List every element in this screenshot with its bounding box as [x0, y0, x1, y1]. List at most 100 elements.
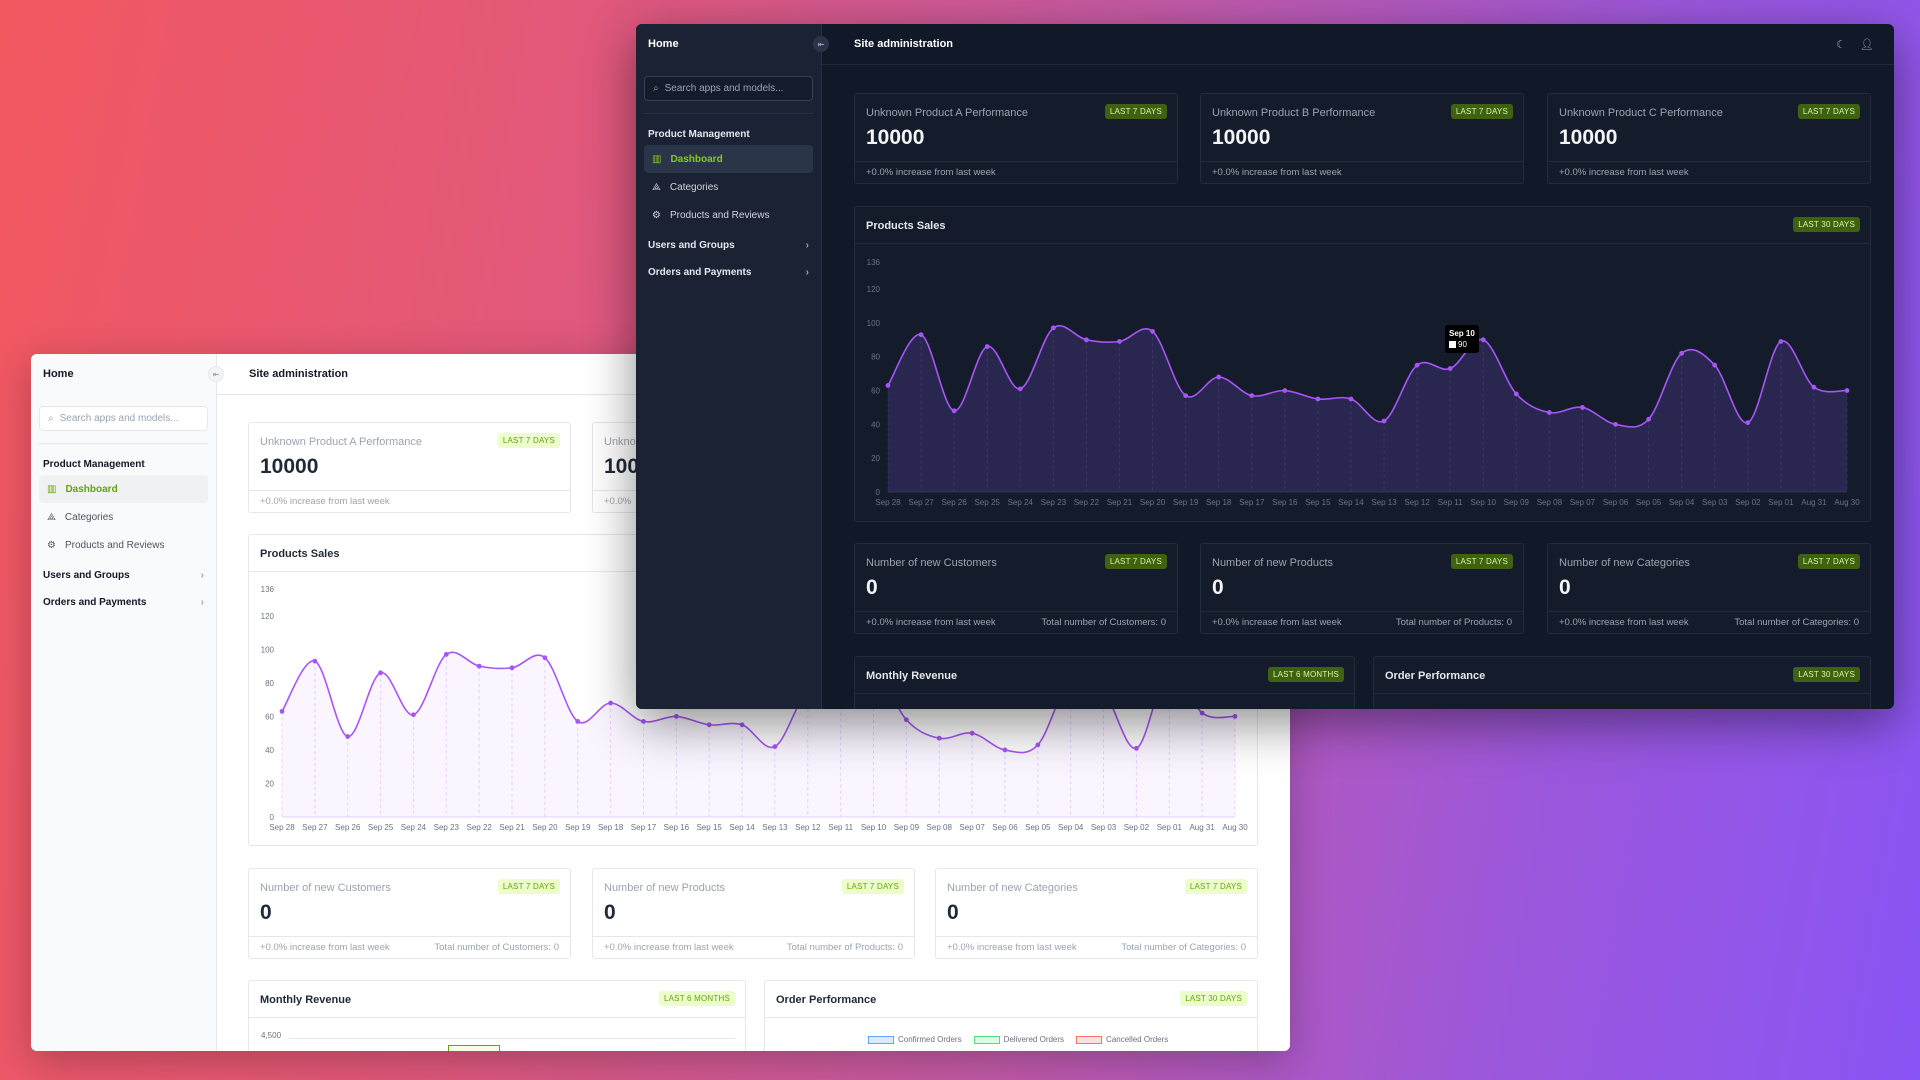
y-tick-label: 80 [871, 353, 880, 362]
sidebar-item-categories[interactable]: ⟁ Categories [39, 503, 208, 531]
card-title: Number of new Products [1212, 557, 1334, 569]
x-tick-label: Aug 31 [1189, 823, 1215, 832]
kpi-value: 0 [1559, 576, 1571, 599]
x-tick-label: Sep 17 [631, 823, 657, 832]
section-orders-payments[interactable]: Orders and Payments › [31, 592, 216, 613]
period-badge: LAST 7 DAYS [1450, 554, 1513, 569]
home-link[interactable]: Home [648, 38, 679, 50]
kpi-value: 10000 [260, 455, 319, 478]
y-tick-label: 100 [867, 319, 881, 328]
data-point [1646, 416, 1651, 422]
card-footer: +0.0% increase from last week Total numbe… [1548, 611, 1870, 633]
card-footer: +0.0% increase from last week Total numbe… [249, 936, 570, 958]
y-tick: 4,500 [261, 1031, 282, 1040]
revenue-card: Monthly Revenue LAST 6 MONTHS 4,500 [248, 980, 746, 1051]
search-input[interactable]: ⌕ Search apps and models... [39, 406, 208, 431]
data-point [378, 670, 383, 676]
section-product-management: Product Management [43, 459, 145, 470]
data-point [936, 735, 942, 741]
x-tick-label: Sep 14 [729, 823, 755, 832]
x-tick-label: Sep 06 [992, 823, 1018, 832]
period-badge: LAST 7 DAYS [1450, 104, 1513, 119]
x-tick-label: Sep 21 [1107, 498, 1133, 507]
x-tick-label: Sep 08 [927, 823, 953, 832]
section-users-groups[interactable]: Users and Groups › [636, 235, 821, 256]
stat-card-categories: Number of new Categories LAST 7 DAYS 0 +… [1547, 543, 1871, 634]
period-badge: LAST 7 DAYS [1104, 554, 1167, 569]
data-point [984, 344, 990, 349]
data-point [476, 663, 482, 669]
section-orders-payments[interactable]: Orders and Payments › [636, 262, 821, 283]
data-point [312, 658, 318, 664]
x-tick-label: Sep 19 [1173, 498, 1199, 507]
search-placeholder: Search apps and models... [664, 83, 784, 94]
x-tick-label: Sep 03 [1702, 498, 1728, 507]
data-point [1712, 362, 1718, 368]
moon-icon[interactable]: ☾ [1836, 38, 1846, 51]
y-tick-label: 136 [867, 258, 881, 267]
sidebar-item-categories[interactable]: ⟁ Categories [644, 173, 813, 201]
chart-tooltip: Sep 10 90 [1445, 325, 1479, 353]
data-point [279, 708, 285, 714]
period-badge: LAST 6 MONTHS [1267, 667, 1344, 682]
orders-legend: Confirmed Orders Delivered Orders Cancel… [868, 1035, 1168, 1044]
x-tick-label: Sep 24 [401, 823, 427, 832]
period-badge: LAST 6 MONTHS [658, 991, 735, 1006]
sidebar-item-label: Products and Reviews [64, 539, 165, 551]
x-tick-label: Sep 01 [1157, 823, 1183, 832]
x-tick-label: Sep 27 [302, 823, 328, 832]
x-tick-label: Sep 11 [828, 823, 853, 832]
card-title: Order Performance [1385, 670, 1486, 682]
stat-card-products: Number of new Products LAST 7 DAYS 0 +0.… [592, 868, 915, 959]
x-tick-label: Sep 09 [1504, 498, 1530, 507]
sidebar-item-products-reviews[interactable]: ⚙ Products and Reviews [644, 201, 813, 229]
data-point [969, 730, 975, 736]
sidebar-item-products-reviews[interactable]: ⚙ Products and Reviews [39, 531, 208, 559]
y-tick-label: 100 [261, 645, 275, 654]
y-tick-label: 40 [265, 746, 274, 755]
shapes-icon: ⟁ [652, 181, 661, 193]
y-tick-label: 20 [871, 454, 880, 463]
revenue-card: Monthly Revenue LAST 6 MONTHS [854, 656, 1355, 709]
kpi-value: 10000 [866, 126, 925, 149]
sidebar-item-label: Categories [669, 181, 719, 193]
kpi-value: 0 [1212, 576, 1224, 599]
x-tick-label: Sep 16 [1272, 498, 1298, 507]
x-tick-label: Sep 20 [532, 823, 558, 832]
kpi-value: 0 [604, 901, 616, 924]
search-input[interactable]: ⌕ Search apps and models... [644, 76, 813, 101]
y-tick-label: 20 [265, 779, 274, 788]
section-users-groups[interactable]: Users and Groups › [31, 565, 216, 586]
y-tick-label: 80 [265, 679, 274, 688]
x-tick-label: Sep 17 [1239, 498, 1265, 507]
series-area [888, 325, 1847, 492]
data-point [1546, 410, 1552, 415]
card-title: Number of new Products [604, 882, 726, 894]
x-tick-label: Sep 23 [1041, 498, 1067, 507]
sales-card: Products Sales LAST 30 DAYS 0 20 40 60 80 100… [854, 206, 1871, 522]
page-title: Site administration [854, 38, 954, 50]
period-badge: LAST 30 DAYS [1793, 667, 1860, 682]
bar-chart-icon: ▥ [652, 153, 662, 165]
sidebar-item-dashboard[interactable]: ▥ Dashboard [644, 145, 813, 173]
data-point [1844, 388, 1850, 393]
x-tick-label: Aug 30 [1834, 498, 1860, 507]
x-tick-label: Sep 15 [1305, 498, 1331, 507]
search-placeholder: Search apps and models... [59, 413, 179, 424]
sidebar-item-dashboard[interactable]: ▥ Dashboard [39, 475, 208, 503]
card-title: Unkno [604, 436, 636, 448]
data-point [1017, 386, 1023, 392]
x-tick-label: Sep 19 [565, 823, 591, 832]
search-icon: ⌕ [653, 83, 659, 94]
x-tick-label: Sep 02 [1124, 823, 1150, 832]
home-link[interactable]: Home [43, 368, 74, 380]
x-tick-label: Sep 10 [861, 823, 887, 832]
user-icon[interactable]: 👤︎ [1860, 38, 1874, 51]
data-point [575, 719, 581, 724]
data-point [608, 700, 614, 706]
legend-confirmed: Confirmed Orders [868, 1035, 962, 1044]
period-badge: LAST 7 DAYS [497, 433, 560, 448]
x-tick-label: Sep 04 [1669, 498, 1695, 507]
sidebar-item-label: Dashboard [65, 483, 118, 495]
x-tick-label: Sep 15 [697, 823, 723, 832]
